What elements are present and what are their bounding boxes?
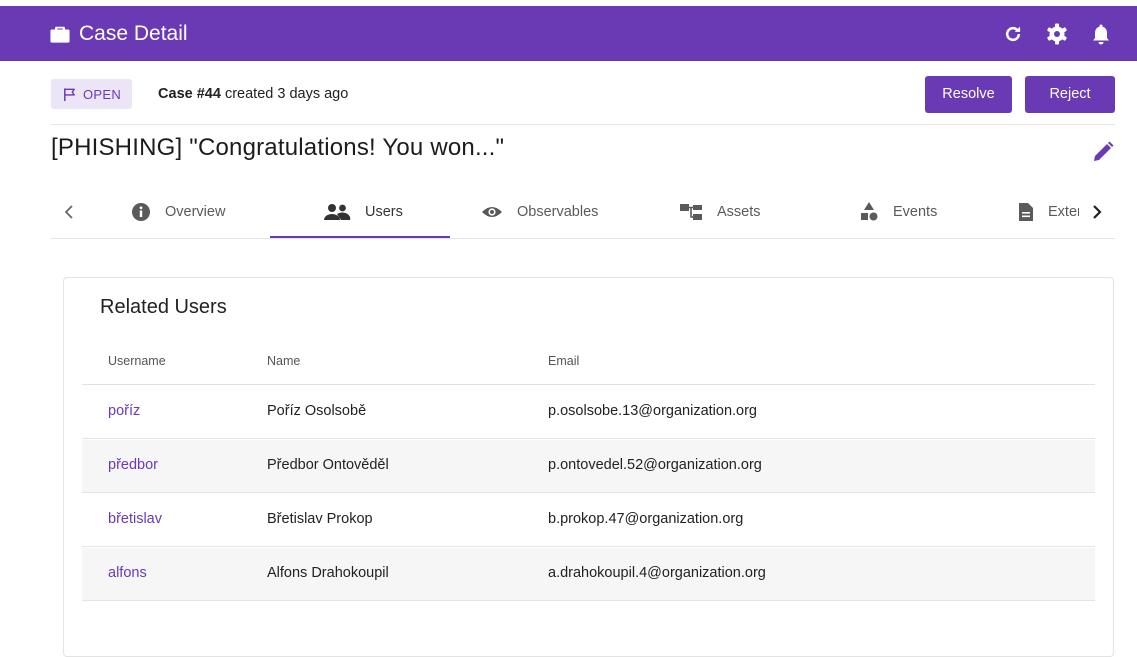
username-link[interactable]: předbor bbox=[108, 457, 158, 473]
reject-button[interactable]: Reject bbox=[1025, 75, 1115, 113]
tab-label: Exter bbox=[1048, 204, 1082, 220]
table-row: alfons Alfons Drahokoupil a.drahokoupil.… bbox=[82, 548, 1095, 601]
eye-icon bbox=[482, 207, 502, 217]
username-link[interactable]: břetislav bbox=[108, 511, 162, 527]
column-header-email: Email bbox=[548, 354, 580, 368]
user-email: b.prokop.47@organization.org bbox=[548, 511, 744, 527]
user-name: Poříz Osolsobě bbox=[267, 403, 367, 419]
user-email: p.osolsobe.13@organization.org bbox=[548, 403, 757, 419]
refresh-icon[interactable] bbox=[1000, 21, 1026, 47]
case-status-row: OPEN Case #44 created 3 days ago Resolve… bbox=[51, 75, 1115, 113]
related-users-card: Related Users Username Name Email poříz … bbox=[63, 277, 1114, 657]
table-row: poříz Poříz Osolsobě p.osolsobe.13@organ… bbox=[82, 386, 1095, 439]
assets-icon bbox=[680, 204, 702, 220]
active-tab-indicator bbox=[270, 236, 450, 238]
document-icon bbox=[1019, 203, 1033, 221]
case-number: Case #44 bbox=[158, 86, 221, 102]
tab-label: Observables bbox=[517, 204, 599, 220]
case-title: [PHISHING] "Congratulations! You won..." bbox=[51, 134, 505, 161]
resolve-button[interactable]: Resolve bbox=[925, 75, 1012, 113]
shapes-icon bbox=[861, 202, 878, 221]
case-meta: Case #44 created 3 days ago bbox=[158, 86, 348, 102]
tab-label: Assets bbox=[717, 204, 761, 220]
info-icon bbox=[132, 203, 150, 221]
table-header: Username Name Email bbox=[82, 338, 1095, 385]
notifications-icon[interactable] bbox=[1088, 21, 1114, 47]
user-name: Břetislav Prokop bbox=[267, 511, 373, 527]
tab-bar: Overview Users Observables Assets Events… bbox=[51, 186, 1115, 239]
tab-external[interactable]: Exter bbox=[1018, 186, 1082, 238]
divider bbox=[51, 124, 1115, 125]
case-created: created 3 days ago bbox=[220, 86, 349, 102]
tab-events[interactable]: Events bbox=[859, 186, 937, 238]
chevron-right-icon bbox=[1093, 205, 1102, 219]
tab-label: Events bbox=[893, 204, 938, 220]
table-row: předbor Předbor Ontověděl p.ontovedel.52… bbox=[82, 440, 1095, 493]
user-name: Alfons Drahokoupil bbox=[267, 565, 389, 581]
chevron-left-icon bbox=[64, 205, 73, 219]
briefcase-icon bbox=[50, 26, 70, 43]
status-badge-label: OPEN bbox=[83, 86, 122, 102]
tab-users[interactable]: Users bbox=[323, 186, 403, 238]
column-header-username: Username bbox=[108, 354, 166, 368]
column-header-name: Name bbox=[267, 354, 301, 368]
page-title: Case Detail bbox=[79, 21, 188, 45]
settings-icon[interactable] bbox=[1044, 21, 1070, 47]
tab-overview[interactable]: Overview bbox=[131, 186, 225, 238]
user-name: Předbor Ontověděl bbox=[267, 457, 389, 473]
card-title: Related Users bbox=[100, 296, 227, 318]
users-icon bbox=[324, 204, 351, 220]
status-badge: OPEN bbox=[51, 79, 133, 109]
app-brand: Case Detail bbox=[49, 22, 188, 46]
table-row: břetislav Břetislav Prokop b.prokop.47@o… bbox=[82, 494, 1095, 547]
user-email: p.ontovedel.52@organization.org bbox=[548, 457, 762, 473]
tab-scroll-right[interactable] bbox=[1079, 186, 1115, 238]
tab-observables[interactable]: Observables bbox=[481, 186, 598, 238]
flag-icon bbox=[64, 87, 75, 101]
username-link[interactable]: alfons bbox=[108, 565, 147, 581]
tab-assets[interactable]: Assets bbox=[679, 186, 761, 238]
user-email: a.drahokoupil.4@organization.org bbox=[548, 565, 766, 581]
tab-label: Users bbox=[365, 204, 403, 220]
app-bar: Case Detail bbox=[0, 6, 1137, 61]
tab-label: Overview bbox=[165, 204, 226, 220]
tab-scroll-left[interactable] bbox=[51, 186, 87, 238]
username-link[interactable]: poříz bbox=[108, 403, 140, 419]
edit-icon[interactable] bbox=[1091, 140, 1115, 164]
